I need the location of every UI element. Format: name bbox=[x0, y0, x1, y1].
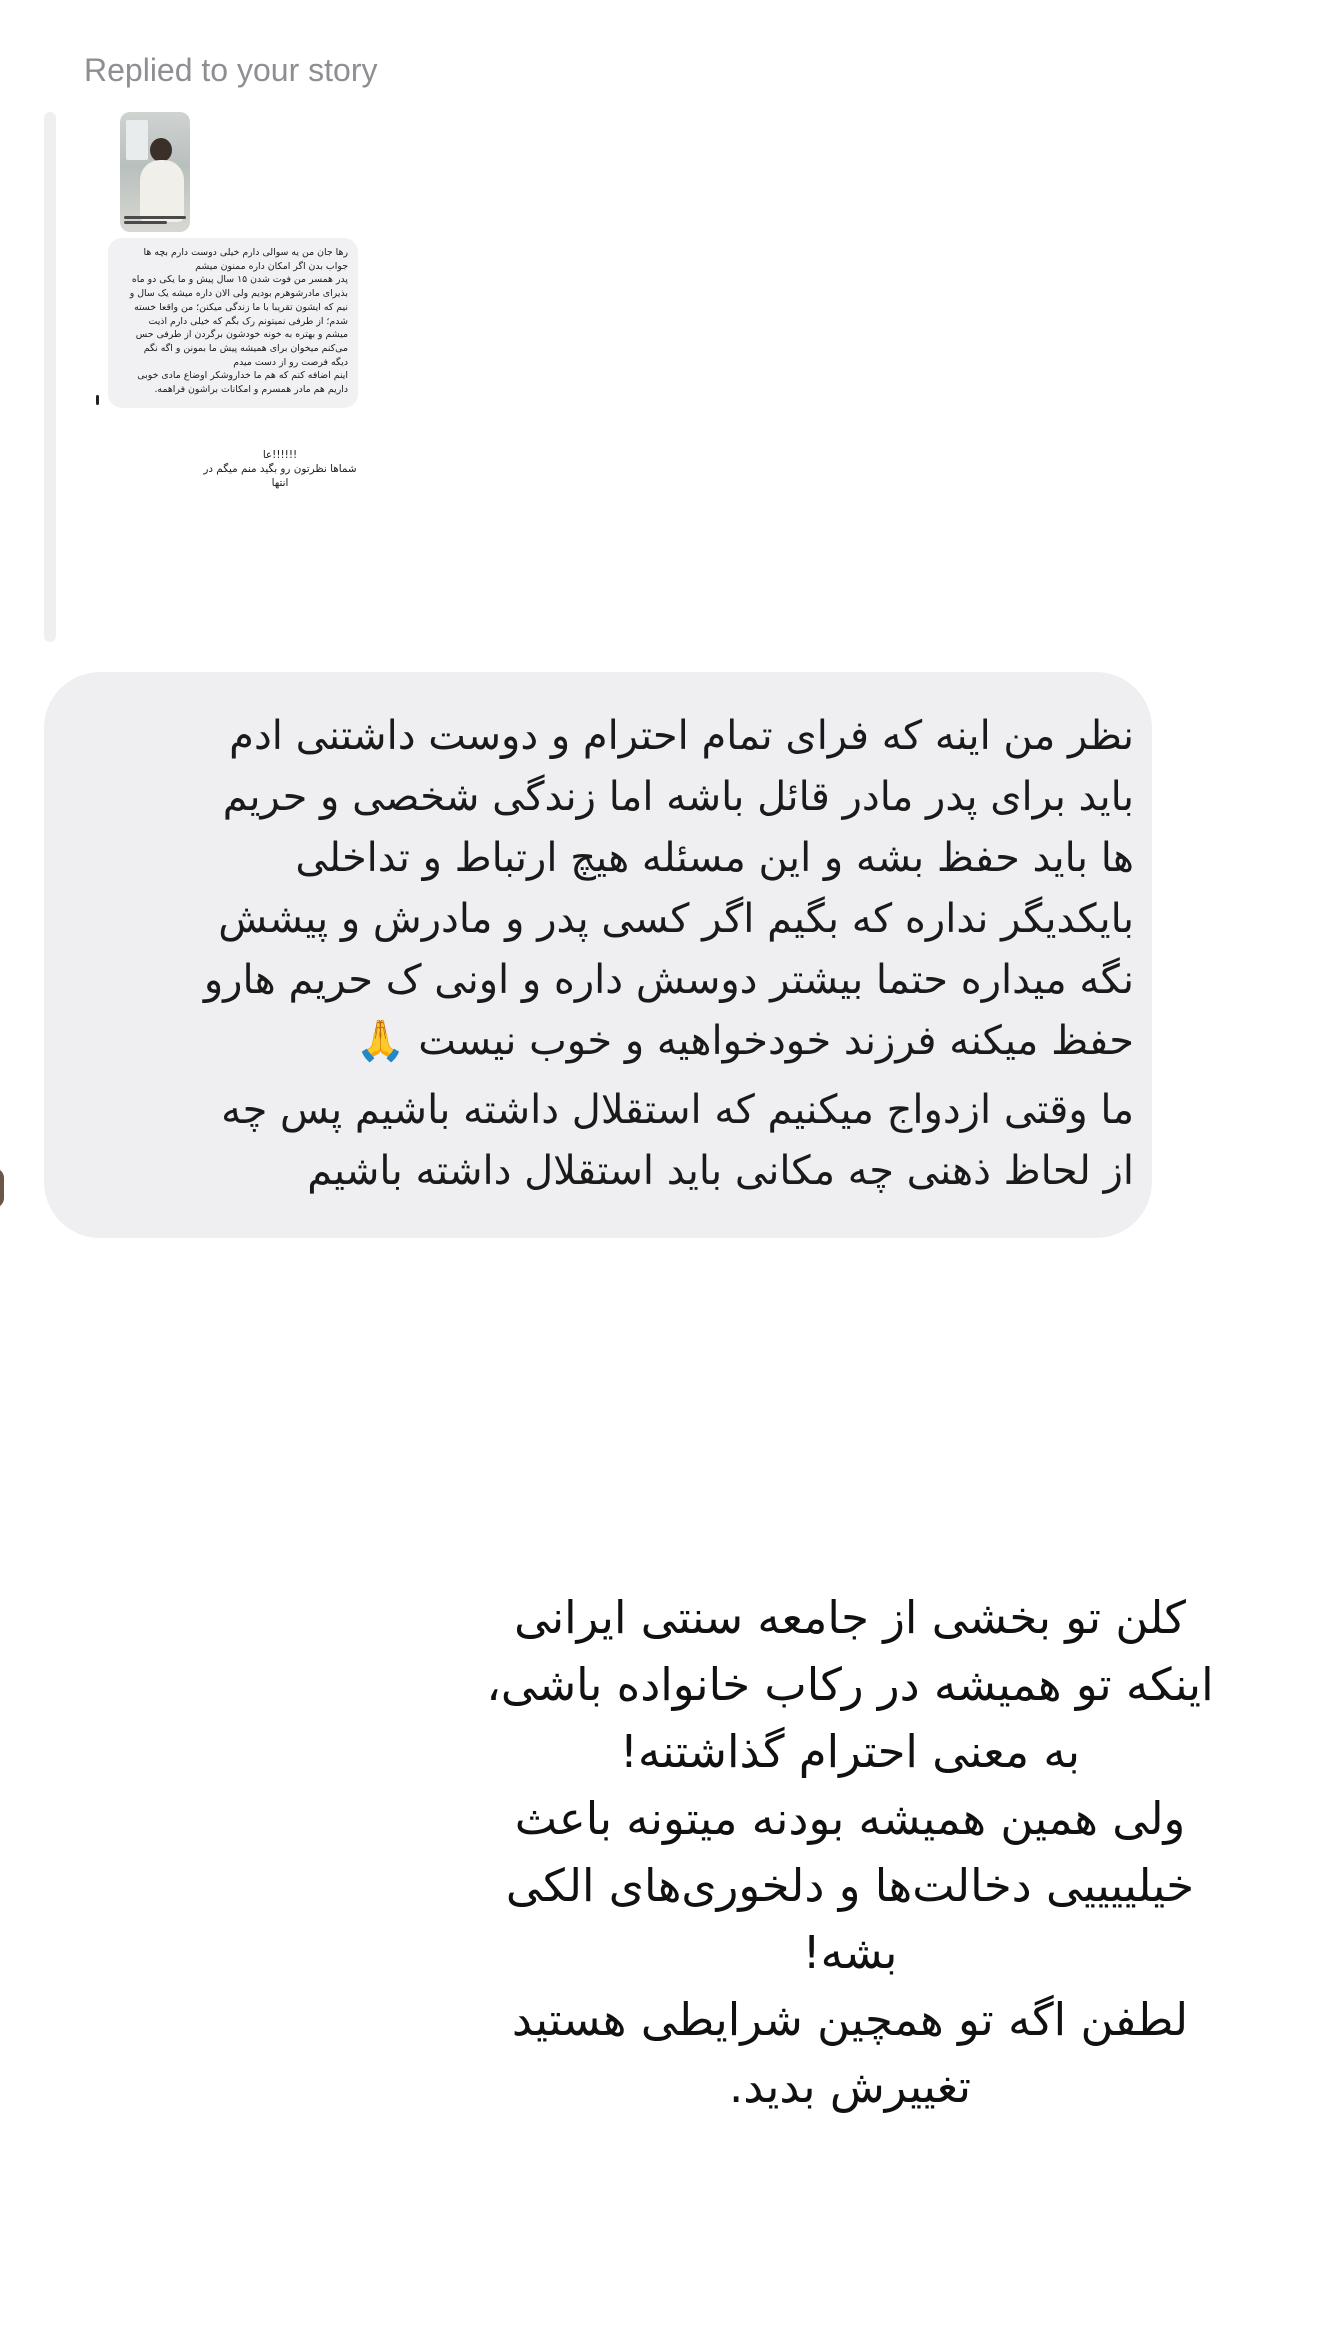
story-overlay-text: کلن تو بخشی از جامعه سنتی ایرانی اینکه ت… bbox=[440, 1584, 1260, 2120]
story-small-text: !!!!!!عا شماها نظرتون رو بگید منم میگم د… bbox=[190, 448, 370, 490]
overlay-line: خیلییییی دخالت‌ها و دلخوری‌های الکی bbox=[505, 1859, 1195, 1912]
thumbnail-person-body bbox=[140, 160, 184, 222]
story-card-line: شدم؛ از طرفی نمیتونم رک بگم که خیلی دارم… bbox=[148, 315, 348, 327]
overlay-line: اینکه تو همیشه در رکاب خانواده باشی، bbox=[486, 1658, 1214, 1711]
story-small-line: شماها نظرتون رو بگید منم میگم در bbox=[203, 463, 357, 475]
story-card-line: پدر همسر من فوت شدن ۱۵ سال پیش و ما یکی … bbox=[131, 274, 348, 286]
message-line: نظر من اینه که فرای تمام احترام و دوست د… bbox=[229, 713, 1134, 759]
overlay-line: کلن تو بخشی از جامعه سنتی ایرانی bbox=[514, 1591, 1186, 1644]
replied-to-story-label: Replied to your story bbox=[84, 52, 378, 88]
message-line: ها باید حفظ بشه و این مسئله هیچ ارتباط و… bbox=[295, 835, 1134, 881]
overlay-line: ولی همین همیشه بودنه میتونه باعث bbox=[514, 1792, 1186, 1845]
story-card-line: نیم که ایشون تقریبا با ما زندگی میکنن؛ م… bbox=[134, 301, 348, 313]
sender-avatar[interactable] bbox=[0, 1168, 4, 1208]
story-card-line: میشم و بهتره به خونه خودشون برگردن از طر… bbox=[135, 329, 348, 341]
story-card-marker bbox=[96, 395, 99, 405]
story-small-line: انتها bbox=[271, 477, 289, 489]
overlay-line: تغییرش بدید. bbox=[728, 2060, 972, 2113]
story-card-line: می‌کنم میخوان برای همیشه پیش ما بمونن و … bbox=[143, 342, 348, 354]
story-card-line: بذیرای مادرشوهرم بودیم ولی الان داره میش… bbox=[129, 288, 348, 300]
reply-quote-bar bbox=[44, 112, 56, 642]
story-question-card[interactable]: رها جان من یه سوالی دارم خیلی دوست دارم … bbox=[108, 238, 358, 408]
overlay-line: به معنی احترام گذاشتنه! bbox=[619, 1725, 1081, 1778]
message-line: از لحاظ ذهنی چه مکانی باید استقلال داشته… bbox=[307, 1148, 1134, 1194]
overlay-line: بشه! bbox=[802, 1926, 898, 1979]
story-card-line: دیگه فرصت رو از دست میدم bbox=[233, 356, 348, 368]
thumbnail-background bbox=[126, 120, 148, 160]
story-card-line: اینم اضافه کنم که هم ما خداروشکر اوضاع م… bbox=[137, 370, 348, 382]
message-line: باید برای پدر مادر قائل باشه اما زندگی ش… bbox=[222, 774, 1134, 820]
story-thumbnail[interactable] bbox=[120, 112, 190, 232]
message-line: بایکدیگر نداره که بگیم اگر کسی پدر و ماد… bbox=[218, 896, 1134, 942]
story-card-line: جواب بدن اگر امکان داره ممنون میشم bbox=[195, 260, 348, 272]
thumbnail-person-head bbox=[150, 138, 172, 162]
thumbnail-caption bbox=[124, 214, 186, 228]
story-small-line: !!!!!!عا bbox=[262, 449, 298, 461]
overlay-line: لطفن اگه تو همچین شرایطی هستید bbox=[511, 1993, 1189, 2046]
message-line: حفظ میکنه فرزند خودخواهیه و خوب نیست 🙏 bbox=[355, 1018, 1134, 1064]
story-card-line: داریم هم مادر همسرم و امکانات براشون فرا… bbox=[154, 384, 348, 396]
message-line: نگه میداره حتما بیشتر دوسش داره و اونی ک… bbox=[203, 957, 1134, 1003]
message-text: نظر من اینه که فرای تمام احترام و دوست د… bbox=[84, 706, 1134, 1202]
story-card-line: رها جان من یه سوالی دارم خیلی دوست دارم … bbox=[143, 247, 348, 258]
message-line: ما وقتی ازدواج میکنیم که استقلال داشته ب… bbox=[221, 1087, 1134, 1133]
